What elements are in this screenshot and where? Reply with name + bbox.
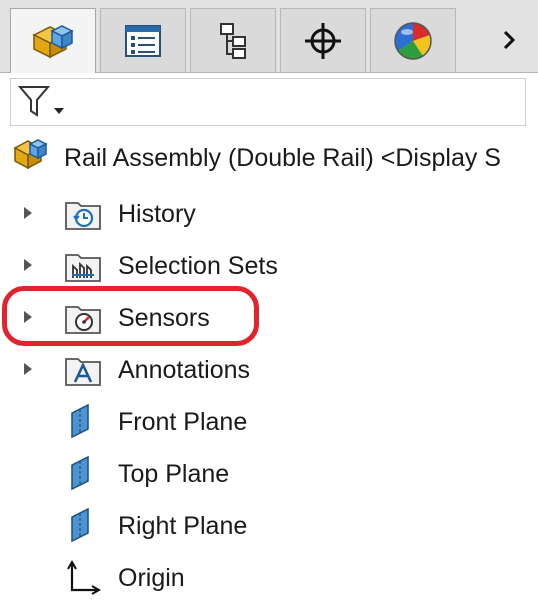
tree-item-label: Right Plane — [118, 512, 248, 540]
manager-tabs — [0, 0, 538, 73]
tabs-scroll-right[interactable] — [484, 8, 534, 72]
tab-featuremanager[interactable] — [10, 8, 96, 73]
history-folder-icon — [65, 202, 101, 230]
expand-arrow-icon[interactable] — [20, 205, 36, 221]
tree-root-assembly[interactable]: Rail Assembly (Double Rail) <Display S — [0, 132, 538, 182]
tree-item-label: Top Plane — [118, 460, 230, 488]
assembly-icon — [13, 139, 48, 170]
sensors-highlight-outline — [2, 286, 259, 346]
assembly-cube-icon — [32, 25, 74, 59]
tree-item-label: History — [118, 200, 196, 228]
configuration-tree-icon — [220, 22, 246, 59]
color-wheel-icon — [394, 21, 432, 60]
plane-icon — [71, 455, 89, 491]
tab-displaymanager[interactable] — [370, 8, 456, 72]
tree-item-selection-sets[interactable]: Selection Sets — [0, 240, 538, 290]
filter-funnel-icon — [17, 86, 64, 117]
tab-dimxpertmanager[interactable] — [280, 8, 366, 72]
filter-button[interactable] — [17, 84, 69, 122]
tree-item-label: Annotations — [118, 356, 251, 384]
tab-configurationmanager[interactable] — [190, 8, 276, 72]
plane-icon — [71, 507, 89, 543]
tree-item-history[interactable]: History — [0, 188, 538, 238]
tree-item-right-plane[interactable]: Right Plane — [0, 500, 538, 550]
tree-item-annotations[interactable]: Annotations — [0, 344, 538, 394]
crosshair-icon — [305, 22, 341, 59]
tree-item-front-plane[interactable]: Front Plane — [0, 396, 538, 446]
filter-bar — [10, 78, 526, 126]
property-list-icon — [125, 24, 161, 57]
expand-arrow-icon[interactable] — [20, 257, 36, 273]
chevron-right-icon — [503, 30, 516, 50]
tree-item-label: Selection Sets — [118, 252, 278, 280]
expand-arrow-icon[interactable] — [20, 361, 36, 377]
tree-item-origin[interactable]: Origin — [0, 552, 538, 602]
tree-item-top-plane[interactable]: Top Plane — [0, 448, 538, 498]
tab-propertymanager[interactable] — [100, 8, 186, 72]
tree-item-label: Origin — [118, 564, 185, 592]
tree-item-label: Front Plane — [118, 408, 248, 436]
origin-icon — [67, 559, 102, 595]
selection-sets-folder-icon — [65, 254, 101, 282]
annotations-folder-icon — [65, 358, 101, 386]
plane-icon — [71, 403, 89, 439]
tree-root-label: Rail Assembly (Double Rail) <Display S — [64, 144, 501, 172]
